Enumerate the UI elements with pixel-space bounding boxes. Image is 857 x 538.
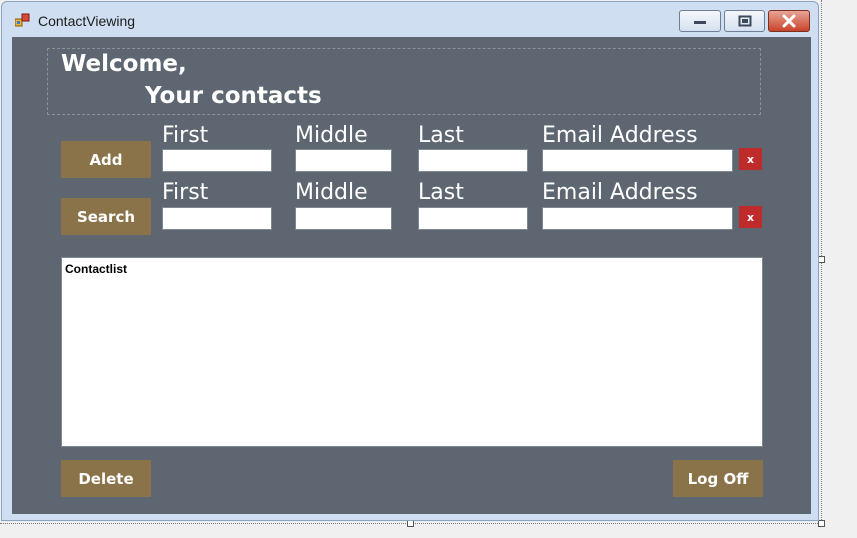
contact-list[interactable]: Contactlist — [61, 257, 763, 447]
add-email-input[interactable] — [542, 149, 733, 172]
maximize-icon — [738, 15, 751, 27]
add-email-label: Email Address — [542, 123, 698, 148]
form-client-area: Welcome, Your contacts Add First Middle … — [12, 37, 811, 514]
search-first-input[interactable] — [162, 207, 272, 230]
search-last-input[interactable] — [418, 207, 528, 230]
window-title: ContactViewing — [38, 13, 136, 29]
form-window: ContactViewing Welcome, Your contacts Ad… — [1, 1, 819, 521]
resize-handle-corner[interactable] — [818, 520, 825, 527]
add-clear-button[interactable]: x — [739, 148, 762, 170]
search-clear-button[interactable]: x — [739, 206, 762, 228]
add-last-label: Last — [418, 123, 464, 148]
title-bar[interactable]: ContactViewing — [2, 2, 818, 37]
search-last-label: Last — [418, 180, 464, 205]
contact-list-label: Contactlist — [65, 262, 128, 276]
add-middle-input[interactable] — [295, 149, 392, 172]
search-email-label: Email Address — [542, 180, 698, 205]
search-first-label: First — [162, 180, 209, 205]
search-email-input[interactable] — [542, 207, 733, 230]
app-icon — [15, 13, 30, 27]
delete-button[interactable]: Delete — [61, 460, 151, 497]
add-first-input[interactable] — [162, 149, 272, 172]
maximize-button[interactable] — [724, 10, 765, 32]
add-middle-label: Middle — [295, 123, 368, 148]
resize-handle-bottom[interactable] — [407, 520, 414, 527]
welcome-label: Welcome, — [61, 51, 187, 77]
search-button[interactable]: Search — [61, 198, 151, 235]
resize-handle-right[interactable] — [818, 256, 825, 263]
search-middle-input[interactable] — [295, 207, 392, 230]
close-button[interactable] — [768, 10, 810, 32]
log-off-button[interactable]: Log Off — [673, 460, 763, 497]
close-icon — [782, 14, 796, 28]
add-button[interactable]: Add — [61, 141, 151, 178]
minimize-icon — [694, 21, 706, 24]
minimize-button[interactable] — [679, 10, 721, 32]
your-contacts-label: Your contacts — [145, 83, 322, 109]
add-last-input[interactable] — [418, 149, 528, 172]
add-first-label: First — [162, 123, 209, 148]
search-middle-label: Middle — [295, 180, 368, 205]
